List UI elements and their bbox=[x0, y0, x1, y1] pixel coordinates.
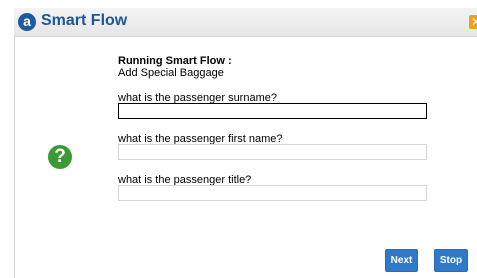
dialog-left-border bbox=[14, 37, 15, 278]
first-name-input[interactable] bbox=[118, 144, 427, 160]
help-icon: ? bbox=[48, 145, 72, 169]
running-smart-flow-label: Running Smart Flow : bbox=[118, 55, 232, 67]
title-input[interactable] bbox=[118, 185, 427, 201]
flow-name: Add Special Baggage bbox=[118, 67, 224, 79]
title-bar: a Smart Flow ✕ bbox=[14, 8, 477, 37]
stop-button[interactable]: Stop bbox=[434, 249, 468, 272]
next-button[interactable]: Next bbox=[385, 249, 418, 272]
app-logo-icon: a bbox=[18, 13, 36, 31]
close-icon[interactable]: ✕ bbox=[469, 15, 477, 29]
dialog-title: Smart Flow bbox=[41, 12, 128, 29]
surname-input[interactable] bbox=[118, 103, 427, 119]
smart-flow-dialog: a Smart Flow ✕ ? Running Smart Flow : Ad… bbox=[0, 0, 477, 278]
